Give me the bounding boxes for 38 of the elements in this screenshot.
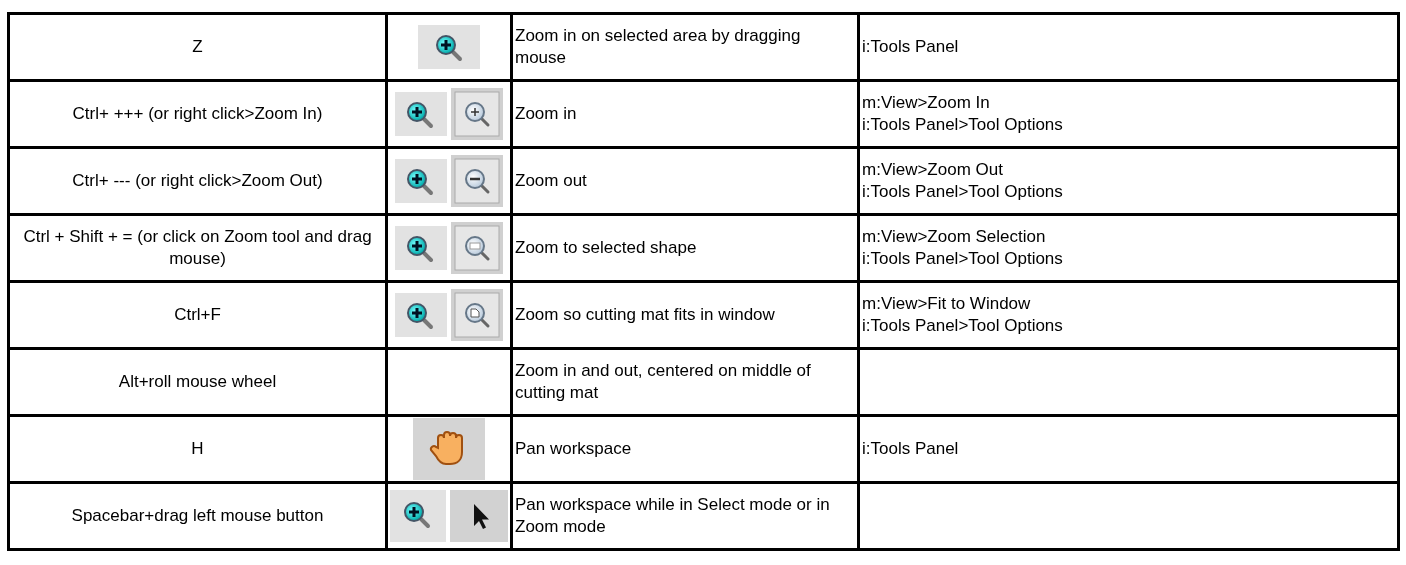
zoom-in-icon[interactable] bbox=[390, 490, 446, 542]
shortcut-text: Ctrl+ +++ (or right click>Zoom In) bbox=[72, 103, 323, 123]
menu-path-text: i:Tools Panel bbox=[862, 35, 959, 58]
menu-path-text: i:Tools Panel bbox=[862, 437, 959, 460]
menu-path-text: m:View>Fit to Window bbox=[862, 292, 1031, 315]
zoom-in-icon[interactable] bbox=[451, 88, 503, 140]
shortcut-text: Alt+roll mouse wheel bbox=[118, 371, 277, 391]
description-text: Pan workspace while in Select mode or in Zoom mode bbox=[515, 494, 830, 536]
shortcut-text: H bbox=[191, 438, 204, 458]
hand-icon[interactable] bbox=[413, 418, 485, 480]
menu-path-text: i:Tools Panel>Tool Options bbox=[862, 181, 1063, 203]
shortcut-text: Spacebar+drag left mouse button bbox=[71, 505, 324, 525]
shortcut-text: Ctrl + Shift + = (or click on Zoom tool and drag mouse) bbox=[23, 226, 372, 268]
arrow-pointer-icon[interactable] bbox=[450, 490, 508, 542]
zoom-in-icon[interactable] bbox=[395, 226, 447, 270]
shortcut-text: Ctrl+F bbox=[174, 304, 221, 324]
menu-path-text: i:Tools Panel>Tool Options bbox=[862, 114, 1063, 136]
zoom-in-icon[interactable] bbox=[395, 92, 447, 136]
zoom-in-icon[interactable] bbox=[418, 25, 480, 69]
description-text: Zoom to selected shape bbox=[515, 237, 697, 257]
description-text: Zoom out bbox=[515, 170, 587, 190]
menu-path-text: m:View>Zoom Out bbox=[862, 158, 1003, 181]
shortcut-text: Ctrl+ --- (or right click>Zoom Out) bbox=[72, 170, 323, 190]
description-text: Zoom so cutting mat fits in window bbox=[515, 304, 775, 324]
shortcut-text: Z bbox=[192, 36, 203, 56]
menu-path-text: m:View>Zoom In bbox=[862, 91, 990, 114]
zoom-out-icon[interactable] bbox=[451, 155, 503, 207]
description-text: Zoom in on selected area by dragging mouse bbox=[515, 25, 801, 67]
menu-path-text: i:Tools Panel>Tool Options bbox=[862, 248, 1063, 270]
zoom-fit-icon[interactable] bbox=[451, 289, 503, 341]
zoom-in-icon[interactable] bbox=[395, 293, 447, 337]
description-text: Pan workspace bbox=[515, 438, 632, 458]
zoom-in-icon[interactable] bbox=[395, 159, 447, 203]
description-text: Zoom in and out, centered on middle of cutting mat bbox=[515, 360, 811, 402]
description-text: Zoom in bbox=[515, 103, 577, 123]
zoom-selection-icon[interactable] bbox=[451, 222, 503, 274]
menu-path-text: i:Tools Panel>Tool Options bbox=[862, 315, 1063, 337]
menu-path-text: m:View>Zoom Selection bbox=[862, 225, 1046, 248]
